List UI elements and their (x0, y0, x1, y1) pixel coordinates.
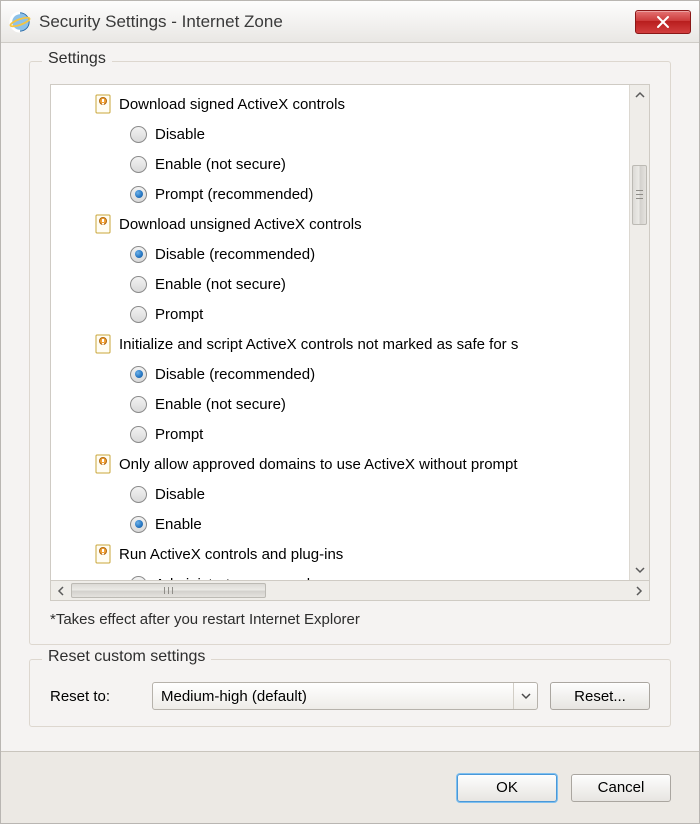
setting-category: Download signed ActiveX controls (51, 89, 629, 119)
setting-option[interactable]: Enable (51, 509, 629, 539)
setting-category-label: Only allow approved domains to use Activ… (119, 456, 518, 473)
radio-button[interactable] (130, 156, 147, 173)
setting-option-label: Disable (155, 126, 205, 143)
close-button[interactable] (635, 10, 691, 34)
setting-category: Initialize and script ActiveX controls n… (51, 329, 629, 359)
radio-button[interactable] (130, 276, 147, 293)
setting-option[interactable]: Prompt (51, 299, 629, 329)
radio-button[interactable] (130, 126, 147, 143)
setting-option[interactable]: Enable (not secure) (51, 389, 629, 419)
setting-category: Download unsigned ActiveX controls (51, 209, 629, 239)
scroll-left-button[interactable] (51, 581, 71, 600)
setting-option-label: Prompt (recommended) (155, 186, 313, 203)
scroll-right-button[interactable] (629, 581, 649, 600)
settings-group-label: Settings (42, 50, 112, 68)
setting-option-label: Disable (recommended) (155, 246, 315, 263)
titlebar: Security Settings - Internet Zone (1, 1, 699, 43)
dialog-footer: OK Cancel (1, 751, 699, 823)
setting-option[interactable]: Enable (not secure) (51, 149, 629, 179)
activex-icon (95, 214, 111, 234)
setting-category-label: Download unsigned ActiveX controls (119, 216, 362, 233)
reset-button[interactable]: Reset... (550, 682, 650, 710)
setting-option-label: Prompt (155, 426, 203, 443)
reset-level-value: Medium-high (default) (161, 688, 513, 705)
setting-category-label: Download signed ActiveX controls (119, 96, 345, 113)
activex-icon (95, 454, 111, 474)
restart-note: *Takes effect after you restart Internet… (50, 611, 650, 628)
vertical-scroll-thumb[interactable] (632, 165, 647, 225)
radio-button[interactable] (130, 426, 147, 443)
radio-button[interactable] (130, 306, 147, 323)
setting-option[interactable]: Administrator approved (51, 569, 629, 580)
setting-option-label: Enable (not secure) (155, 276, 286, 293)
setting-category: Run ActiveX controls and plug-ins (51, 539, 629, 569)
dialog-body: Settings Download signed ActiveX control… (1, 43, 699, 751)
settings-list-box: Download signed ActiveX controls Disable E… (50, 84, 650, 581)
cancel-button-label: Cancel (598, 779, 645, 796)
settings-group: Settings Download signed ActiveX control… (29, 61, 671, 645)
setting-option-label: Disable (155, 486, 205, 503)
vertical-scrollbar[interactable] (629, 85, 649, 580)
setting-category-label: Run ActiveX controls and plug-ins (119, 546, 343, 563)
scroll-up-button[interactable] (630, 85, 649, 105)
security-settings-window: Security Settings - Internet Zone Settin… (0, 0, 700, 824)
setting-option-label: Enable (not secure) (155, 396, 286, 413)
setting-option[interactable]: Disable (51, 479, 629, 509)
radio-button[interactable] (130, 576, 147, 581)
setting-option[interactable]: Disable (recommended) (51, 359, 629, 389)
ok-button-label: OK (496, 779, 518, 796)
setting-option-label: Enable (155, 516, 202, 533)
radio-button[interactable] (130, 486, 147, 503)
radio-button[interactable] (130, 186, 147, 203)
activex-icon (95, 94, 111, 114)
setting-option-label: Disable (recommended) (155, 366, 315, 383)
setting-option[interactable]: Disable (51, 119, 629, 149)
ie-icon (9, 11, 31, 33)
radio-button[interactable] (130, 366, 147, 383)
activex-icon (95, 334, 111, 354)
cancel-button[interactable]: Cancel (571, 774, 671, 802)
setting-option-label: Administrator approved (155, 576, 310, 581)
setting-option[interactable]: Prompt (recommended) (51, 179, 629, 209)
setting-option[interactable]: Disable (recommended) (51, 239, 629, 269)
reset-to-label: Reset to: (50, 688, 140, 705)
radio-button[interactable] (130, 246, 147, 263)
chevron-down-icon (513, 683, 537, 709)
horizontal-scroll-track[interactable] (71, 581, 629, 600)
setting-category: Only allow approved domains to use Activ… (51, 449, 629, 479)
setting-option[interactable]: Prompt (51, 419, 629, 449)
radio-button[interactable] (130, 516, 147, 533)
radio-button[interactable] (130, 396, 147, 413)
horizontal-scrollbar[interactable] (50, 581, 650, 601)
reset-level-select[interactable]: Medium-high (default) (152, 682, 538, 710)
window-title: Security Settings - Internet Zone (39, 12, 635, 32)
settings-list[interactable]: Download signed ActiveX controls Disable E… (51, 85, 629, 580)
setting-option-label: Prompt (155, 306, 203, 323)
setting-option[interactable]: Enable (not secure) (51, 269, 629, 299)
setting-option-label: Enable (not secure) (155, 156, 286, 173)
reset-group: Reset custom settings Reset to: Medium-h… (29, 659, 671, 727)
ok-button[interactable]: OK (457, 774, 557, 802)
vertical-scroll-track[interactable] (630, 105, 649, 560)
horizontal-scroll-thumb[interactable] (71, 583, 266, 598)
reset-group-label: Reset custom settings (42, 648, 211, 666)
setting-category-label: Initialize and script ActiveX controls n… (119, 336, 518, 353)
activex-icon (95, 544, 111, 564)
reset-button-label: Reset... (574, 688, 626, 705)
scroll-down-button[interactable] (630, 560, 649, 580)
